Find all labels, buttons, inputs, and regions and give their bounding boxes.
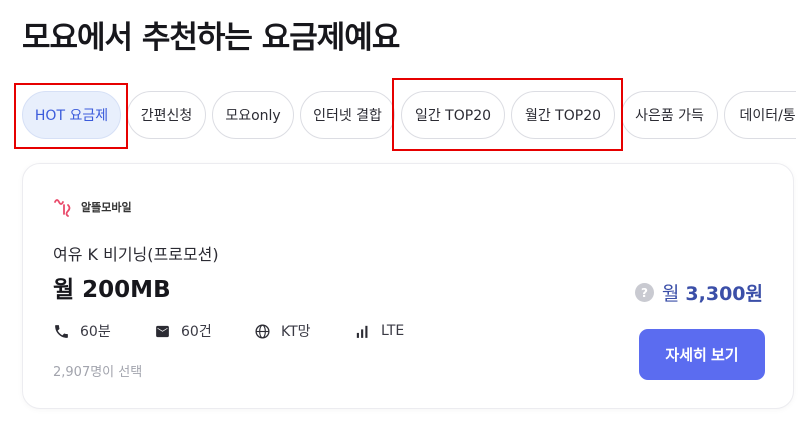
signal-bars-icon: [356, 325, 368, 338]
tab-easy-apply[interactable]: 간편신청: [127, 91, 206, 139]
spec-network: KT망: [254, 321, 354, 341]
network-carrier: KT망: [281, 324, 311, 340]
carrier-name: 알뜰모바일: [81, 201, 132, 214]
sms-count: 60건: [181, 324, 212, 340]
spec-voice: 60분: [53, 321, 154, 341]
plan-specs: 60분 60건 KT망 LTE: [53, 321, 404, 341]
price-amount: 3,300원: [685, 283, 763, 305]
plan-category-tabs: HOT 요금제 간편신청 모요only 인터넷 결합 일간 TOP20 월간 T…: [0, 91, 796, 141]
tab-moyo-only[interactable]: 모요only: [212, 91, 294, 139]
page-title: 모요에서 추천하는 요금제예요: [22, 20, 400, 56]
mail-icon: [156, 325, 169, 337]
tab-internet-bundle[interactable]: 인터넷 결합: [300, 91, 395, 139]
spec-sms: 60건: [154, 321, 254, 341]
price-prefix: 월: [661, 283, 680, 305]
page: 모요에서 추천하는 요금제예요 HOT 요금제 간편신청 모요only 인터넷 …: [0, 0, 808, 422]
help-icon[interactable]: ?: [634, 283, 654, 302]
plan-card[interactable]: 알뜰모바일 여유 K 비기닝(프로모션) 월 200MB 60분 60건 KT망…: [22, 163, 794, 409]
plan-price: ? 월 3,300원: [634, 279, 763, 306]
globe-icon: [255, 323, 270, 339]
detail-button[interactable]: 자세히 보기: [639, 329, 765, 380]
tab-daily-top20[interactable]: 일간 TOP20: [401, 91, 505, 139]
plan-name: 여유 K 비기닝(프로모션): [53, 245, 219, 264]
phone-icon: [55, 324, 68, 338]
spec-network-type: LTE: [354, 323, 404, 340]
voice-minutes: 60분: [80, 324, 111, 340]
carrier-logo-icon: [54, 199, 71, 217]
network-type: LTE: [381, 323, 405, 339]
tab-hot-plans[interactable]: HOT 요금제: [22, 91, 121, 139]
plan-data-allowance: 월 200MB: [53, 277, 171, 303]
carrier-brand: 알뜰모바일: [53, 196, 132, 218]
tab-gifts[interactable]: 사은품 가득: [621, 91, 718, 139]
tab-monthly-top20[interactable]: 월간 TOP20: [511, 91, 615, 139]
tab-data-voice[interactable]: 데이터/통화: [724, 91, 796, 139]
subscriber-count: 2,907명이 선택: [53, 365, 143, 380]
